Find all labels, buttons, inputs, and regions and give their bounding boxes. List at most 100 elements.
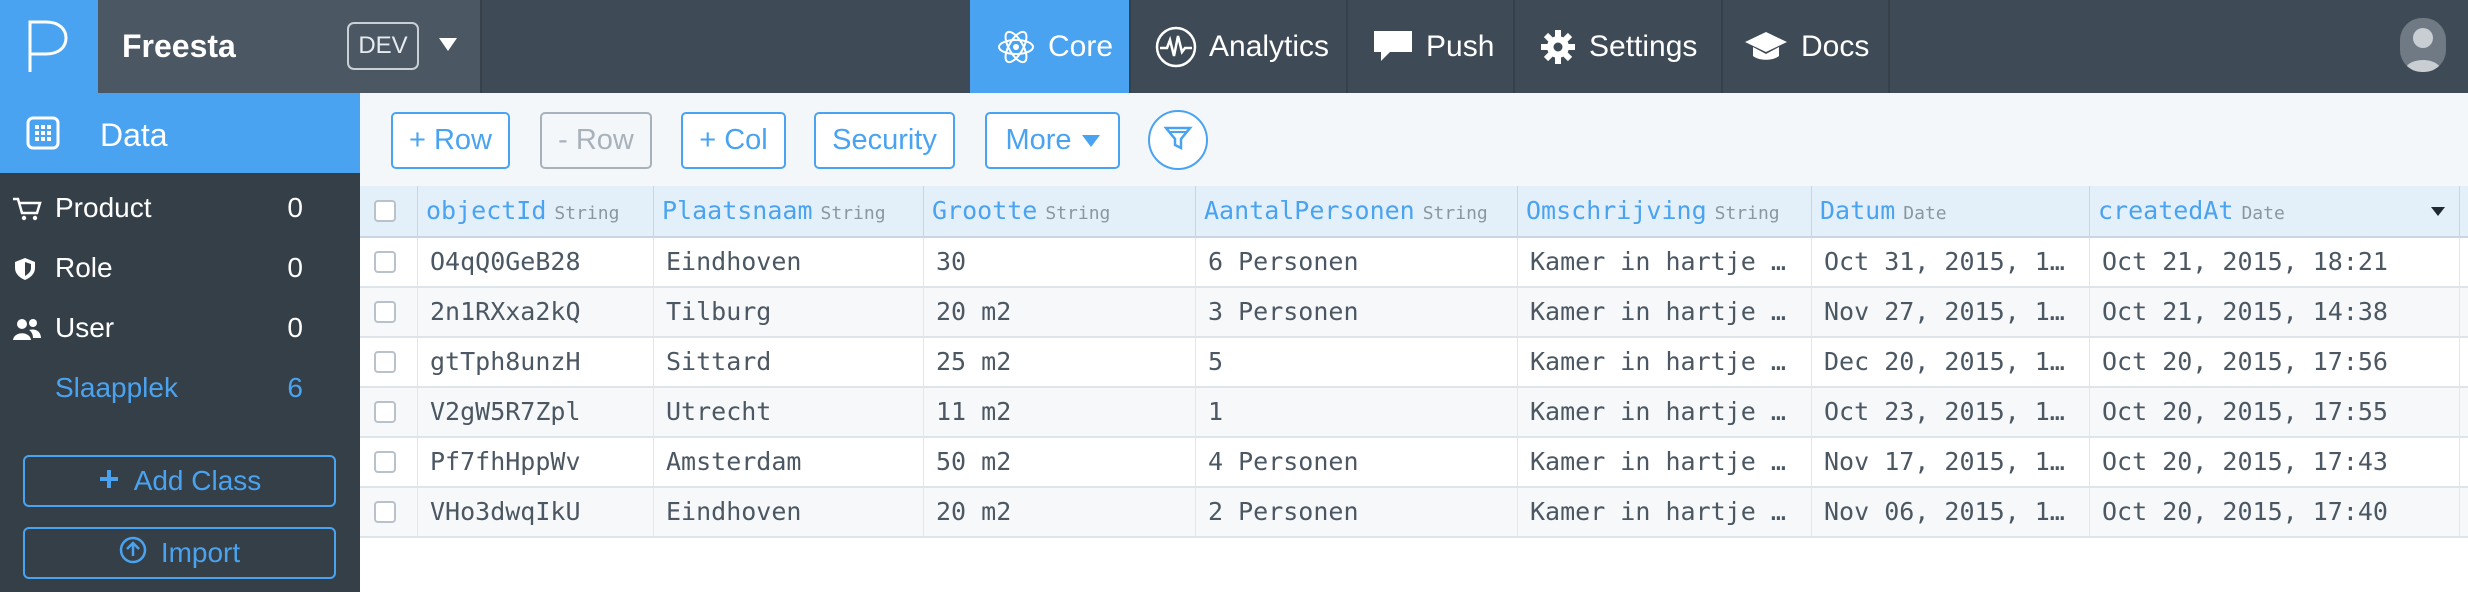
app-selector[interactable]: Freesta DEV bbox=[98, 0, 480, 93]
column-header[interactable]: Plaatsnaam String bbox=[654, 186, 924, 236]
aantal-personen-cell[interactable]: 6 Personen bbox=[1196, 238, 1518, 286]
aantal-personen-cell[interactable]: 4 Personen bbox=[1196, 438, 1518, 486]
p-logo-icon bbox=[28, 20, 68, 72]
object-id-cell[interactable]: 2n1RXxa2kQ bbox=[418, 288, 654, 336]
table-row[interactable]: Pf7fhHppWv Amsterdam 50 m2 4 Personen Kamer … bbox=[360, 438, 2468, 488]
security-button[interactable]: Security bbox=[814, 112, 955, 169]
remove-row-button[interactable]: - Row bbox=[540, 112, 652, 169]
nav-push[interactable]: Push bbox=[1348, 0, 1515, 93]
plus-icon bbox=[98, 465, 120, 497]
sidebar-item-user[interactable]: User 0 bbox=[0, 300, 360, 356]
aantal-personen-cell[interactable]: 5 bbox=[1196, 338, 1518, 386]
row-select-cell bbox=[360, 238, 418, 286]
row-checkbox[interactable] bbox=[374, 451, 396, 473]
nav-analytics-label: Analytics bbox=[1209, 29, 1330, 63]
omschrijving-cell[interactable]: Kamer in hartje … bbox=[1518, 438, 1812, 486]
class-count: 6 bbox=[287, 372, 303, 403]
created-at-cell[interactable]: Oct 21, 2015, 14:38 bbox=[2090, 288, 2460, 336]
nav-core[interactable]: Core bbox=[970, 0, 1131, 93]
datum-cell[interactable]: Oct 23, 2015, 1… bbox=[1812, 388, 2090, 436]
aantal-personen-cell[interactable]: 2 Personen bbox=[1196, 488, 1518, 536]
sidebar-item-slaapplek[interactable]: Slaapplek 6 bbox=[0, 360, 360, 416]
grootte-cell[interactable]: 20 m2 bbox=[924, 488, 1196, 536]
sidebar-data-header[interactable]: Data bbox=[0, 93, 360, 173]
grootte-cell[interactable]: 25 m2 bbox=[924, 338, 1196, 386]
created-at-cell[interactable]: Oct 20, 2015, 17:56 bbox=[2090, 338, 2460, 386]
object-id-cell[interactable]: O4qQ0GeB28 bbox=[418, 238, 654, 286]
table-row[interactable]: V2gW5R7Zpl Utrecht 11 m2 1 Kamer in hartje …… bbox=[360, 388, 2468, 438]
omschrijving-cell[interactable]: Kamer in hartje … bbox=[1518, 288, 1812, 336]
aantal-personen-cell[interactable]: 3 Personen bbox=[1196, 288, 1518, 336]
created-at-cell[interactable]: Oct 20, 2015, 17:43 bbox=[2090, 438, 2460, 486]
plaatsnaam-cell[interactable]: Eindhoven bbox=[654, 238, 924, 286]
object-id-cell[interactable]: Pf7fhHppWv bbox=[418, 438, 654, 486]
object-id-cell[interactable]: VHo3dwqIkU bbox=[418, 488, 654, 536]
sidebar-item-product[interactable]: Product 0 bbox=[0, 180, 360, 236]
plaatsnaam-cell[interactable]: Sittard bbox=[654, 338, 924, 386]
object-id-cell[interactable]: gtTph8unzH bbox=[418, 338, 654, 386]
parse-logo[interactable] bbox=[0, 0, 98, 93]
column-header[interactable]: Grootte String bbox=[924, 186, 1196, 236]
add-row-button[interactable]: + Row bbox=[391, 112, 510, 169]
grootte-cell[interactable]: 30 bbox=[924, 238, 1196, 286]
created-at-cell[interactable]: Oct 21, 2015, 18:21 bbox=[2090, 238, 2460, 286]
table-row[interactable]: VHo3dwqIkU Eindhoven 20 m2 2 Personen Kamer … bbox=[360, 488, 2468, 538]
select-all-checkbox[interactable] bbox=[374, 200, 396, 222]
column-type: String bbox=[1045, 203, 1111, 224]
app-name[interactable]: Freesta bbox=[122, 28, 236, 65]
env-badge[interactable]: DEV bbox=[347, 22, 419, 70]
plaatsnaam-cell[interactable]: Eindhoven bbox=[654, 488, 924, 536]
datum-cell[interactable]: Nov 27, 2015, 1… bbox=[1812, 288, 2090, 336]
nav-analytics[interactable]: Analytics bbox=[1131, 0, 1348, 93]
omschrijving-cell[interactable]: Kamer in hartje … bbox=[1518, 488, 1812, 536]
grootte-cell[interactable]: 20 m2 bbox=[924, 288, 1196, 336]
chevron-down-icon[interactable] bbox=[439, 38, 457, 51]
avatar[interactable] bbox=[2400, 18, 2446, 72]
add-col-button[interactable]: + Col bbox=[681, 112, 786, 169]
nav-settings[interactable]: Settings bbox=[1515, 0, 1723, 93]
table-row[interactable]: 2n1RXxa2kQ Tilburg 20 m2 3 Personen Kamer in… bbox=[360, 288, 2468, 338]
datum-cell[interactable]: Nov 17, 2015, 1… bbox=[1812, 438, 2090, 486]
more-label: More bbox=[1005, 124, 1072, 156]
column-header[interactable]: AantalPersonen String bbox=[1196, 186, 1518, 236]
select-all-cell bbox=[360, 186, 418, 236]
column-name: objectId bbox=[426, 196, 547, 225]
omschrijving-cell[interactable]: Kamer in hartje … bbox=[1518, 388, 1812, 436]
row-checkbox[interactable] bbox=[374, 351, 396, 373]
column-header[interactable]: objectId String bbox=[418, 186, 654, 236]
table-row[interactable]: O4qQ0GeB28 Eindhoven 30 6 Personen Kamer in … bbox=[360, 238, 2468, 288]
nav-docs[interactable]: Docs bbox=[1723, 0, 1890, 93]
created-at-cell[interactable]: Oct 20, 2015, 17:40 bbox=[2090, 488, 2460, 536]
row-checkbox[interactable] bbox=[374, 251, 396, 273]
sidebar-item-role[interactable]: Role 0 bbox=[0, 240, 360, 296]
object-id-cell[interactable]: V2gW5R7Zpl bbox=[418, 388, 654, 436]
nav-docs-label: Docs bbox=[1801, 29, 1870, 63]
add-class-button[interactable]: Add Class bbox=[23, 455, 336, 507]
column-header[interactable]: Omschrijving String bbox=[1518, 186, 1812, 236]
table-row[interactable]: gtTph8unzH Sittard 25 m2 5 Kamer in hartje …… bbox=[360, 338, 2468, 388]
omschrijving-cell[interactable]: Kamer in hartje … bbox=[1518, 338, 1812, 386]
plaatsnaam-cell[interactable]: Amsterdam bbox=[654, 438, 924, 486]
more-button[interactable]: More bbox=[985, 112, 1120, 169]
row-checkbox[interactable] bbox=[374, 401, 396, 423]
filter-button[interactable] bbox=[1148, 110, 1208, 170]
omschrijving-cell[interactable]: Kamer in hartje … bbox=[1518, 238, 1812, 286]
column-header[interactable]: Datum Date bbox=[1812, 186, 2090, 236]
row-select-cell bbox=[360, 288, 418, 336]
row-checkbox[interactable] bbox=[374, 501, 396, 523]
datum-cell[interactable]: Nov 06, 2015, 1… bbox=[1812, 488, 2090, 536]
grootte-cell[interactable]: 11 m2 bbox=[924, 388, 1196, 436]
row-checkbox[interactable] bbox=[374, 301, 396, 323]
table-body: O4qQ0GeB28 Eindhoven 30 6 Personen Kamer in … bbox=[360, 238, 2468, 538]
plaatsnaam-cell[interactable]: Tilburg bbox=[654, 288, 924, 336]
plaatsnaam-cell[interactable]: Utrecht bbox=[654, 388, 924, 436]
datum-cell[interactable]: Dec 20, 2015, 1… bbox=[1812, 338, 2090, 386]
grootte-cell[interactable]: 50 m2 bbox=[924, 438, 1196, 486]
column-header[interactable]: createdAt Date bbox=[2090, 186, 2460, 236]
column-type: String bbox=[1714, 203, 1780, 224]
import-button[interactable]: Import bbox=[23, 527, 336, 579]
aantal-personen-cell[interactable]: 1 bbox=[1196, 388, 1518, 436]
sort-descending-icon[interactable] bbox=[2431, 207, 2445, 216]
datum-cell[interactable]: Oct 31, 2015, 1… bbox=[1812, 238, 2090, 286]
created-at-cell[interactable]: Oct 20, 2015, 17:55 bbox=[2090, 388, 2460, 436]
